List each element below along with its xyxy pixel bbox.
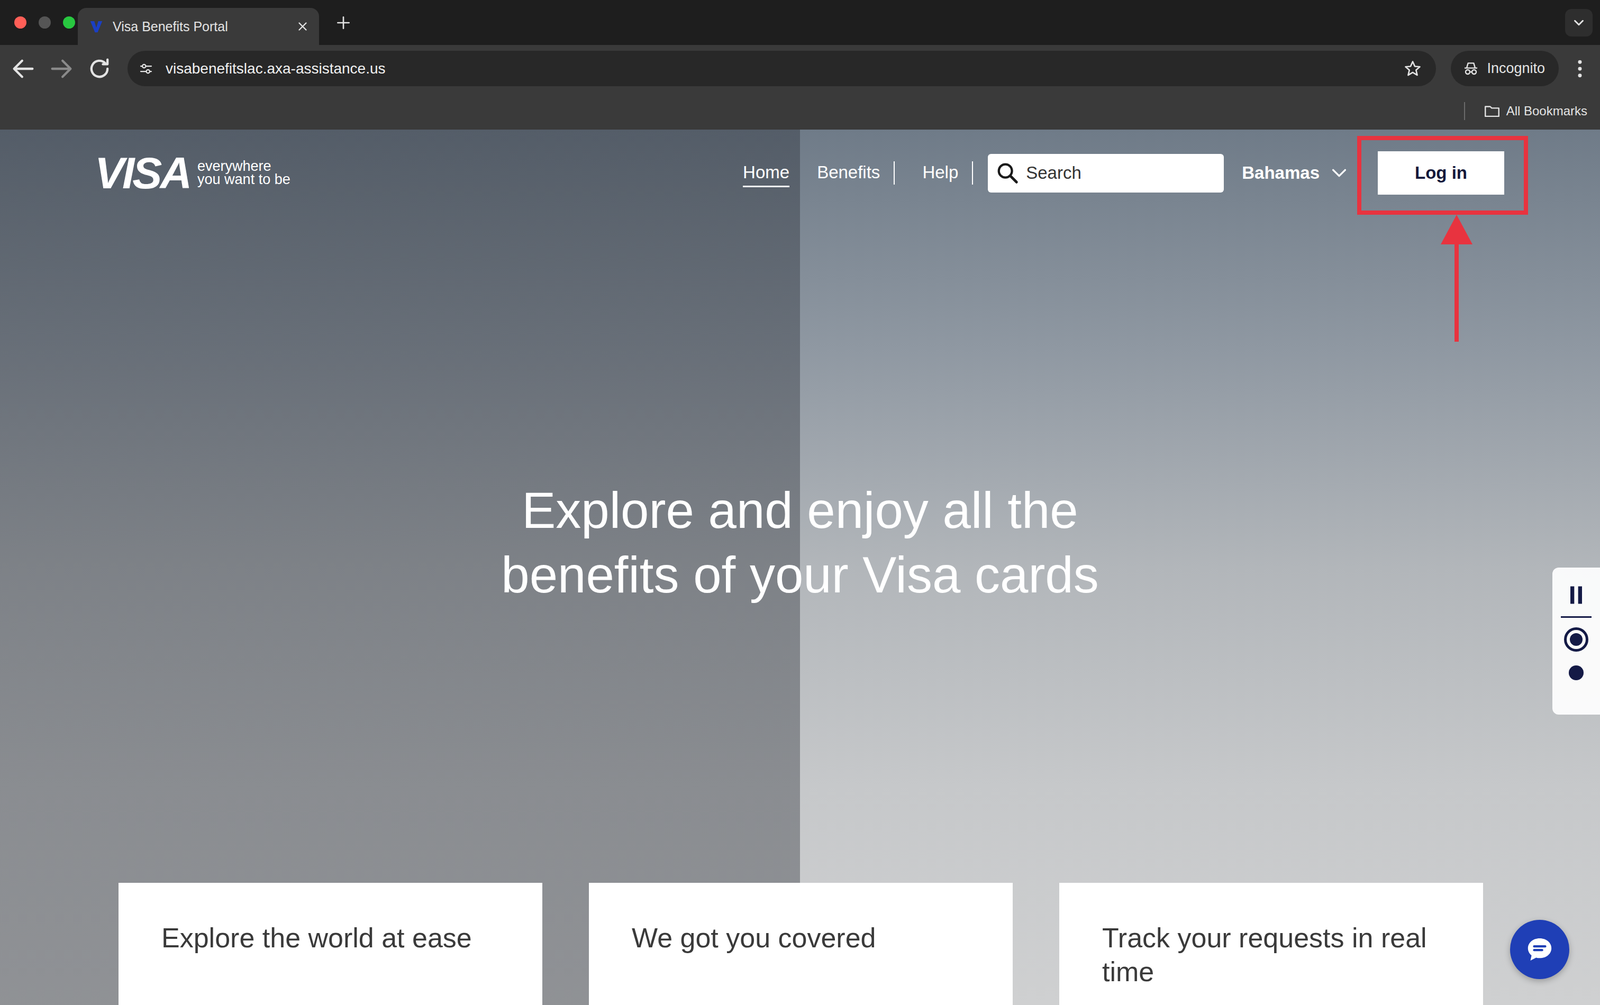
nav-link[interactable]: Help (922, 159, 959, 188)
carousel-dot[interactable] (1568, 665, 1584, 681)
site-settings-icon[interactable] (138, 60, 154, 77)
search-field[interactable]: Search (987, 153, 1224, 193)
headline-line: Explore and enjoy all the (501, 478, 1099, 543)
card-title: Track your requests in real time (1102, 922, 1427, 988)
toolbar: visabenefitslac.axa-assistance.us Incogni… (0, 44, 1600, 93)
pause-icon[interactable] (1564, 583, 1588, 607)
main-navigation: Home Benefits Help Search Bahamas Log in (742, 151, 1505, 195)
folder-label: All Bookmarks (1506, 103, 1588, 119)
site-header: VISAeverywhereyou want to be Home Benefits… (0, 129, 1600, 196)
url-text: visabenefitslac.axa-assistance.us (165, 60, 1404, 78)
magnifier-icon (995, 160, 1020, 186)
more-menu-icon[interactable] (1568, 57, 1592, 81)
hero-headline: Explore and enjoy all thebenefits of you… (0, 195, 1600, 884)
bookmarks-separator (1464, 102, 1466, 121)
carousel-divider (1560, 616, 1592, 618)
feature-card[interactable]: Track your requests in real time (1059, 883, 1484, 1005)
hero-section: VISAeverywhereyou want to be Home Benefits… (0, 129, 1600, 1005)
chevron-down-icon (1570, 14, 1587, 31)
arrow-up-icon (1440, 214, 1473, 342)
reload-icon[interactable] (85, 55, 114, 83)
back-arrow-icon[interactable] (9, 55, 38, 83)
card-title: We got you covered (631, 922, 877, 954)
nav-separator (893, 161, 895, 185)
tab-search-button[interactable] (1565, 8, 1593, 37)
new-tab-icon[interactable] (334, 14, 352, 32)
logo-wordmark: VISA (94, 150, 190, 196)
logo-tagline: everywhereyou want to be (197, 159, 291, 187)
chevron-down-icon (1330, 164, 1349, 183)
profile-label: Incognito (1486, 60, 1545, 77)
favicon-icon (88, 18, 105, 35)
all-bookmarks-folder[interactable]: All Bookmarks (1483, 102, 1588, 121)
folder-icon (1483, 102, 1502, 121)
minimize-window-button[interactable] (38, 16, 51, 29)
nav-link[interactable]: Benefits (816, 159, 880, 188)
feature-card[interactable]: Explore the world at ease (118, 883, 543, 1005)
highlight-box (1357, 135, 1529, 215)
browser-window: Visa Benefits Portal visabenefitslac.axa-… (0, 0, 1600, 1005)
bookmark-star-icon[interactable] (1403, 59, 1423, 79)
visa-logo[interactable]: VISAeverywhereyou want to be (94, 150, 291, 196)
login-button[interactable]: Log in (1377, 151, 1505, 195)
headline-line: benefits of your Visa cards (501, 542, 1099, 608)
incognito-badge[interactable]: Incognito (1450, 50, 1559, 87)
country-selector[interactable]: Bahamas (1241, 162, 1349, 184)
chat-bubble-icon (1524, 934, 1555, 965)
country-label: Bahamas (1241, 162, 1320, 184)
forward-arrow-icon[interactable] (47, 55, 76, 83)
address-bar[interactable]: visabenefitslac.axa-assistance.us (127, 50, 1436, 87)
tab-title: Visa Benefits Portal (112, 19, 296, 35)
carousel-dot[interactable] (1564, 627, 1589, 652)
browser-tab[interactable]: Visa Benefits Portal (77, 7, 320, 45)
login-area: Log in (1377, 151, 1505, 195)
bookmarks-bar: All Bookmarks (0, 92, 1600, 130)
feature-cards: Explore the world at ease We got you cove… (0, 883, 1600, 1005)
nav-separator (971, 161, 974, 185)
window-controls (0, 16, 78, 29)
chat-button[interactable] (1510, 920, 1570, 980)
close-tab-icon[interactable] (295, 19, 310, 34)
zoom-window-button[interactable] (62, 16, 76, 29)
feature-card[interactable]: We got you covered (588, 883, 1013, 1005)
incognito-icon (1462, 60, 1480, 78)
card-title: Explore the world at ease (161, 922, 472, 954)
tab-bar: Visa Benefits Portal (0, 0, 1600, 45)
nav-link[interactable]: Home (742, 159, 790, 188)
close-window-button[interactable] (14, 16, 27, 29)
carousel-controls (1552, 567, 1600, 715)
search-placeholder: Search (1025, 162, 1082, 184)
